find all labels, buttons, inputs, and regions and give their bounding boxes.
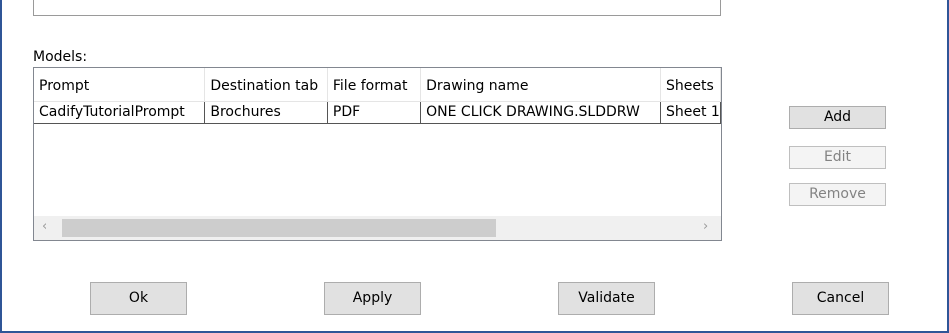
- column-header-file-format[interactable]: File format: [327, 68, 422, 102]
- scroll-thumb[interactable]: [62, 219, 496, 237]
- column-header-drawing-name[interactable]: Drawing name: [420, 68, 661, 102]
- horizontal-scrollbar[interactable]: ‹ ›: [34, 216, 721, 240]
- column-header-sheets[interactable]: Sheets: [660, 68, 721, 102]
- cancel-button[interactable]: Cancel: [792, 282, 889, 315]
- remove-button[interactable]: Remove: [789, 183, 886, 206]
- validate-button[interactable]: Validate: [558, 282, 655, 315]
- column-header-prompt[interactable]: Prompt: [34, 68, 206, 102]
- upper-panel: [33, 0, 721, 16]
- cell-prompt[interactable]: CadifyTutorialPrompt: [34, 101, 206, 124]
- column-header-destination-tab[interactable]: Destination tab: [204, 68, 328, 102]
- ok-button[interactable]: Ok: [90, 282, 187, 315]
- scroll-right-icon[interactable]: ›: [703, 219, 708, 234]
- models-table: Prompt Destination tab File format Drawi…: [34, 68, 721, 124]
- cell-destination-tab[interactable]: Brochures: [204, 101, 328, 124]
- edit-button[interactable]: Edit: [789, 146, 886, 169]
- cell-drawing-name[interactable]: ONE CLICK DRAWING.SLDDRW: [420, 101, 661, 124]
- cell-file-format[interactable]: PDF: [327, 101, 422, 124]
- table-header-row: Prompt Destination tab File format Drawi…: [34, 68, 721, 102]
- cell-sheets[interactable]: Sheet 1: [660, 101, 721, 124]
- apply-button[interactable]: Apply: [324, 282, 421, 315]
- models-grid[interactable]: Prompt Destination tab File format Drawi…: [33, 67, 722, 241]
- table-row[interactable]: CadifyTutorialPrompt Brochures PDF ONE C…: [34, 101, 721, 124]
- add-button[interactable]: Add: [789, 106, 886, 129]
- models-label: Models:: [33, 49, 88, 65]
- scroll-left-icon[interactable]: ‹: [42, 219, 47, 234]
